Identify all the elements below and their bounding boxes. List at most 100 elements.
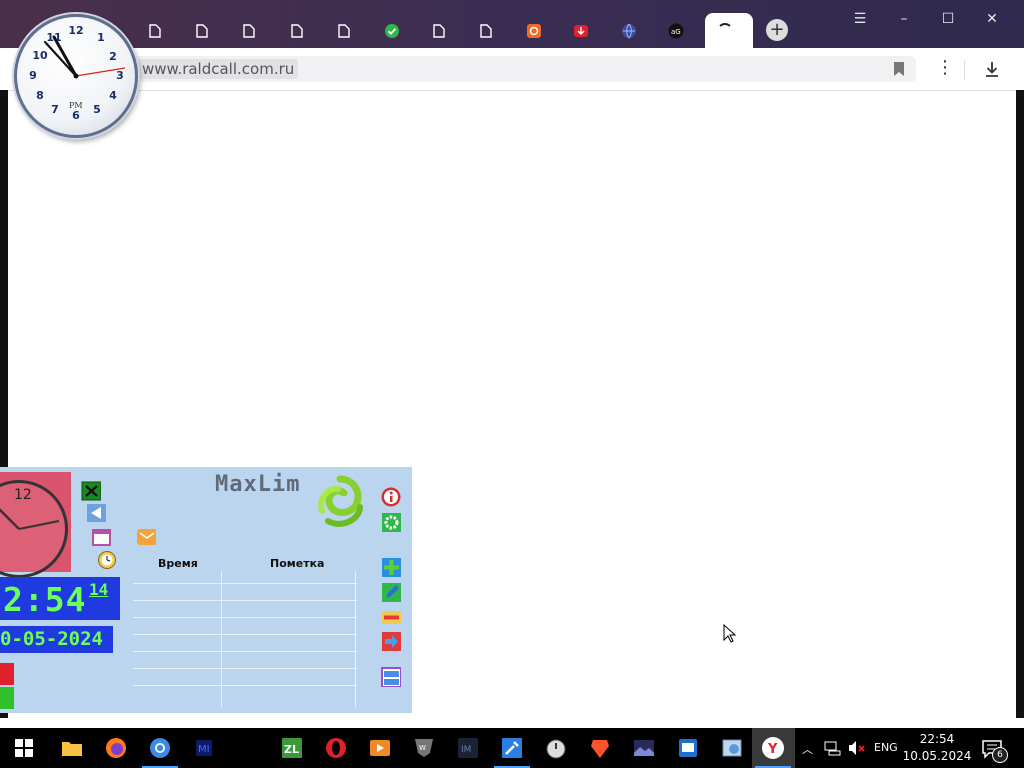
clock-hands bbox=[43, 35, 126, 79]
input-language[interactable]: ENG bbox=[874, 741, 898, 754]
bookmark-icon[interactable] bbox=[892, 61, 906, 77]
chromium-icon[interactable] bbox=[142, 736, 178, 768]
svg-text:Y: Y bbox=[767, 742, 778, 757]
minimize-icon[interactable]: – bbox=[894, 10, 914, 30]
clock-center bbox=[73, 73, 79, 79]
tab-document-2[interactable] bbox=[187, 16, 217, 46]
tab-document-1[interactable] bbox=[140, 16, 170, 46]
settings-gear-icon[interactable] bbox=[381, 512, 401, 532]
svg-text:aG: aG bbox=[671, 28, 681, 36]
maximize-icon[interactable]: ☐ bbox=[938, 10, 958, 30]
new-tab-button[interactable]: + bbox=[766, 19, 788, 41]
green-check-icon bbox=[385, 24, 399, 38]
url-text[interactable]: www.raldcall.com.ru bbox=[138, 59, 299, 79]
page-icon bbox=[291, 24, 303, 38]
zl-app-icon[interactable]: ZL bbox=[280, 736, 304, 760]
svg-text:W: W bbox=[419, 744, 426, 752]
maxlim-clock-panel: 12 bbox=[0, 472, 71, 578]
table-column-line bbox=[355, 571, 356, 707]
notification-count-badge: 6 bbox=[992, 747, 1008, 763]
firefox-icon[interactable] bbox=[104, 736, 128, 760]
globe-icon bbox=[622, 23, 636, 39]
tab-document-3[interactable] bbox=[234, 16, 264, 46]
svg-text:IM: IM bbox=[461, 745, 471, 755]
close-app-icon[interactable] bbox=[81, 481, 101, 501]
mouse-cursor-icon bbox=[723, 624, 737, 643]
image-viewer-icon[interactable] bbox=[720, 736, 744, 760]
page-icon bbox=[149, 24, 161, 38]
file-explorer-icon[interactable] bbox=[60, 736, 84, 760]
column-header-note: Пометка bbox=[270, 557, 325, 570]
desktop-analog-clock: 12 1 2 3 4 5 6 7 8 9 10 11 PM bbox=[14, 14, 138, 138]
page-icon bbox=[338, 24, 350, 38]
maxlim-clock-hands bbox=[0, 508, 60, 530]
table-column-line bbox=[221, 571, 222, 707]
info-icon[interactable] bbox=[381, 487, 401, 507]
app-dark-blue-icon[interactable]: MI bbox=[192, 736, 216, 760]
brave-icon[interactable] bbox=[588, 736, 612, 760]
tab-globe-site[interactable] bbox=[614, 16, 644, 46]
tab-document-7[interactable] bbox=[471, 16, 501, 46]
tab-active-loading[interactable] bbox=[705, 13, 753, 48]
back-arrow-icon[interactable] bbox=[86, 503, 106, 523]
dark-app-icon[interactable]: IM bbox=[456, 736, 480, 760]
notification-center-icon[interactable]: 6 bbox=[982, 740, 1008, 764]
maxlim-seconds: 14 bbox=[89, 580, 109, 599]
forward-arrow-icon[interactable] bbox=[381, 631, 401, 651]
orange-site-icon bbox=[527, 24, 541, 38]
tab-document-6[interactable] bbox=[424, 16, 454, 46]
opera-icon[interactable] bbox=[324, 736, 348, 760]
download-icon[interactable] bbox=[984, 60, 1000, 78]
table-row-line bbox=[133, 617, 357, 618]
tab-green-check[interactable] bbox=[377, 16, 407, 46]
yandex-browser-icon[interactable]: Y bbox=[755, 736, 791, 768]
tab-document-5[interactable] bbox=[329, 16, 359, 46]
maxlim-minute-hand bbox=[18, 520, 60, 530]
page-icon bbox=[196, 24, 208, 38]
page-icon bbox=[480, 24, 492, 38]
taskbar-date: 10.05.2024 bbox=[902, 749, 972, 763]
table-row-line bbox=[133, 668, 357, 669]
loading-spinner-icon bbox=[717, 23, 733, 39]
edit-pencil-icon[interactable] bbox=[381, 582, 401, 602]
svg-text:ZL: ZL bbox=[284, 743, 299, 756]
calendar-icon[interactable] bbox=[91, 527, 111, 547]
more-menu-icon[interactable]: ⋮ bbox=[936, 59, 954, 77]
maxlim-digital-time: 2:54 14 bbox=[0, 577, 120, 620]
table-row-line bbox=[133, 600, 357, 601]
taskbar-clock[interactable]: 22:54 10.05.2024 bbox=[900, 731, 974, 765]
volume-muted-icon[interactable] bbox=[848, 740, 866, 756]
hamburger-icon[interactable]: ☰ bbox=[850, 10, 870, 30]
maxlim-date: 0-05-2024 bbox=[0, 626, 113, 653]
tab-orange-site[interactable] bbox=[519, 16, 549, 46]
media-player-icon[interactable] bbox=[368, 736, 392, 760]
tab-red-download[interactable] bbox=[566, 16, 596, 46]
maxlim-analog-clock: 12 bbox=[0, 480, 68, 578]
network-icon[interactable] bbox=[824, 740, 842, 756]
night-landscape-app-icon[interactable] bbox=[632, 736, 656, 760]
second-hand bbox=[75, 67, 126, 77]
world-of-tanks-icon[interactable]: W bbox=[412, 736, 436, 760]
show-hidden-icons-icon[interactable]: ︿ bbox=[802, 741, 813, 757]
tools-app-icon[interactable] bbox=[494, 736, 530, 768]
maxlim-note-table[interactable] bbox=[133, 571, 357, 707]
close-icon[interactable]: ✕ bbox=[982, 10, 1002, 30]
divider bbox=[964, 60, 965, 80]
list-window-icon[interactable] bbox=[381, 667, 401, 687]
taskbar-time: 22:54 bbox=[919, 732, 955, 746]
blue-window-app-icon[interactable] bbox=[676, 736, 700, 760]
stopwatch-icon[interactable] bbox=[544, 736, 568, 760]
maxlim-hour-hand bbox=[0, 508, 20, 530]
maxlim-time: 2:54 bbox=[3, 580, 87, 619]
tab-document-4[interactable] bbox=[282, 16, 312, 46]
table-row-line bbox=[133, 583, 357, 584]
remove-icon[interactable] bbox=[381, 607, 401, 627]
maxlim-red-indicator[interactable] bbox=[0, 663, 14, 685]
add-icon[interactable] bbox=[381, 557, 401, 577]
maxlim-green-indicator[interactable] bbox=[0, 687, 14, 709]
alarm-clock-icon[interactable] bbox=[97, 550, 117, 570]
windows-start-icon[interactable] bbox=[12, 736, 36, 760]
tab-ag-site[interactable]: aG bbox=[661, 16, 691, 46]
window-edge-right bbox=[1016, 90, 1024, 718]
mail-icon[interactable] bbox=[136, 526, 156, 546]
